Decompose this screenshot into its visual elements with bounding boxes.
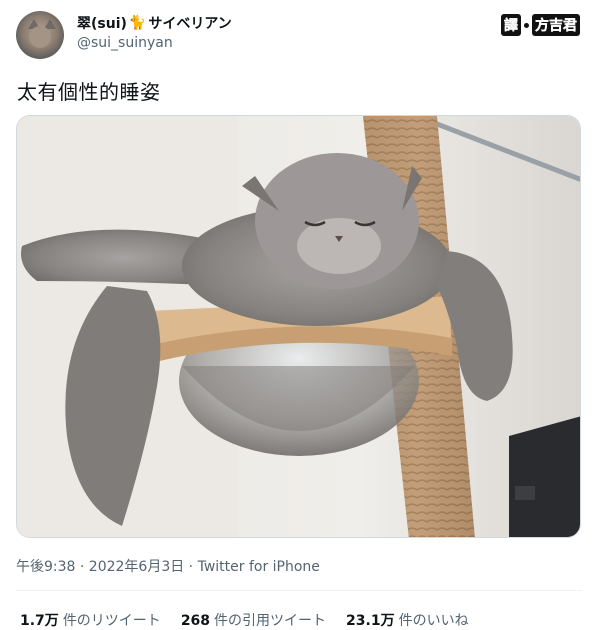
retweet-count-label: 件のリツイート [62, 613, 161, 629]
display-name-suffix: サイベリアン [148, 16, 232, 32]
cat-photo-illustration [17, 116, 580, 537]
like-count-value: 23.1万 [346, 613, 395, 629]
divider [16, 590, 582, 591]
quote-tweet-count-label: 件の引用ツイート [214, 613, 327, 629]
tweet-timestamp[interactable]: 午後9:38 · 2022年6月3日 · Twitter for iPhone [16, 556, 320, 576]
avatar[interactable] [16, 11, 64, 59]
display-name-prefix: 翠(sui) [77, 16, 127, 32]
display-name[interactable]: 翠(sui) 🐈 サイベリアン [77, 13, 232, 33]
watermark-dot [524, 22, 529, 28]
like-count[interactable]: 23.1万 件のいいね [346, 610, 469, 630]
black-cat-icon: 🐈 [128, 15, 147, 31]
translator-watermark: 譯 方吉君 [501, 14, 580, 36]
quote-tweet-count-value: 268 [180, 613, 211, 629]
watermark-part2: 方吉君 [532, 14, 580, 36]
avatar-cat-face [29, 26, 51, 48]
watermark-part1: 譯 [501, 14, 521, 36]
username[interactable]: @sui_suinyan [77, 35, 173, 51]
retweet-count-value: 1.7万 [20, 613, 59, 629]
tweet-photo[interactable] [16, 115, 581, 538]
tweet-text: 太有個性的睡姿 [17, 80, 161, 104]
engagement-stats: 1.7万 件のリツイート 268 件の引用ツイート 23.1万 件のいいね [20, 610, 469, 630]
like-count-label: 件のいいね [398, 613, 469, 629]
quote-tweet-count[interactable]: 268 件の引用ツイート [181, 610, 326, 630]
retweet-count[interactable]: 1.7万 件のリツイート [20, 610, 161, 630]
